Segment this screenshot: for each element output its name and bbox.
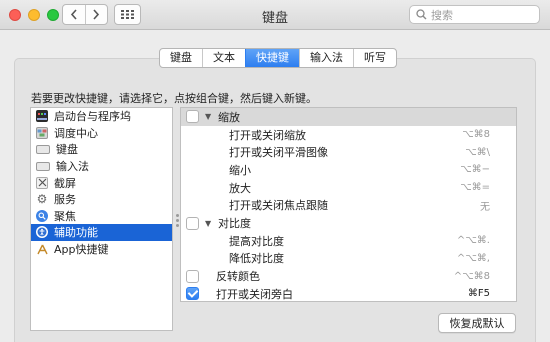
shortcut-row[interactable]: 放大 ⌥⌘= bbox=[181, 179, 516, 197]
checkbox-checked[interactable] bbox=[186, 287, 199, 301]
shortcut-label: 打开或关闭平滑图像 bbox=[229, 146, 328, 160]
shortcut-row[interactable]: 打开或关闭平滑图像 ⌥⌘\ bbox=[181, 143, 516, 161]
screenshot-icon bbox=[36, 176, 48, 189]
shortcut-row[interactable]: 打开或关闭旁白 ⌘F5 bbox=[181, 285, 516, 303]
category-label: 截屏 bbox=[54, 176, 76, 190]
checkbox[interactable] bbox=[186, 110, 199, 124]
search-icon bbox=[416, 9, 427, 20]
restore-defaults-button[interactable]: 恢复成默认 bbox=[438, 313, 516, 333]
checkbox[interactable] bbox=[186, 216, 199, 230]
tab-keyboard[interactable]: 键盘 bbox=[160, 49, 202, 67]
shortcut-label: 反转颜色 bbox=[216, 270, 260, 284]
category-item-launchpad-dock[interactable]: 启动台与程序坞 bbox=[31, 108, 172, 125]
shortcut-label: 缩放 bbox=[218, 110, 240, 124]
title-bar: 键盘 搜索 bbox=[0, 0, 550, 30]
shortcut-label: 降低对比度 bbox=[229, 252, 284, 266]
shortcut-keys[interactable]: ^⌥⌘8 bbox=[454, 271, 490, 282]
category-item-spotlight[interactable]: 聚焦 bbox=[31, 208, 172, 225]
shortcut-row[interactable]: 缩小 ⌥⌘− bbox=[181, 161, 516, 179]
gear-icon: ⚙ bbox=[36, 192, 48, 207]
category-label: 聚焦 bbox=[54, 209, 76, 223]
category-item-keyboard[interactable]: 键盘 bbox=[31, 141, 172, 158]
category-item-accessibility[interactable]: 辅助功能 bbox=[31, 224, 172, 241]
shortcut-group-zoom[interactable]: ▼ 缩放 bbox=[181, 108, 516, 126]
category-item-screenshots[interactable]: 截屏 bbox=[31, 174, 172, 191]
instruction-text: 若要更改快捷键，请选择它，点按组合键，然后键入新键。 bbox=[31, 92, 317, 105]
shortcut-keys[interactable]: 无 bbox=[480, 198, 490, 213]
tab-text[interactable]: 文本 bbox=[202, 49, 245, 67]
category-label: 启动台与程序坞 bbox=[54, 110, 131, 124]
shortcut-group-contrast[interactable]: ▼ 对比度 bbox=[181, 214, 516, 232]
shortcut-row[interactable]: 降低对比度 ^⌥⌘, bbox=[181, 250, 516, 268]
category-label: 辅助功能 bbox=[54, 226, 98, 240]
tab-input-sources[interactable]: 输入法 bbox=[299, 49, 353, 67]
search-field[interactable]: 搜索 bbox=[409, 5, 540, 24]
tab-dictation[interactable]: 听写 bbox=[353, 49, 396, 67]
shortcut-keys[interactable]: ^⌥⌘. bbox=[457, 235, 490, 246]
category-label: 调度中心 bbox=[54, 126, 98, 140]
category-item-input-sources[interactable]: 输入法 bbox=[31, 158, 172, 175]
category-label: 输入法 bbox=[56, 160, 89, 174]
category-item-mission-control[interactable]: 调度中心 bbox=[31, 125, 172, 142]
shortcut-label: 对比度 bbox=[218, 217, 251, 231]
category-label: App快捷键 bbox=[54, 243, 109, 257]
shortcut-label: 放大 bbox=[229, 181, 251, 195]
shortcut-keys[interactable]: ^⌥⌘, bbox=[457, 253, 490, 264]
input-method-icon bbox=[36, 161, 50, 171]
category-label: 键盘 bbox=[56, 143, 78, 157]
search-placeholder: 搜索 bbox=[431, 8, 453, 22]
launchpad-dock-icon bbox=[36, 110, 48, 123]
shortcut-keys[interactable]: ⌥⌘8 bbox=[462, 129, 490, 140]
accessibility-icon bbox=[36, 226, 48, 239]
shortcut-row[interactable]: 打开或关闭焦点跟随 无 bbox=[181, 197, 516, 215]
category-label: 服务 bbox=[54, 193, 76, 207]
shortcut-label: 缩小 bbox=[229, 163, 251, 177]
shortcut-list[interactable]: ▼ 缩放 打开或关闭缩放 ⌥⌘8 打开或关闭平滑图像 ⌥⌘\ 缩小 ⌥⌘− 放大… bbox=[180, 107, 517, 302]
category-list[interactable]: 启动台与程序坞 调度中心 键盘 输入法 截屏 ⚙ 服务 聚焦 辅助功能 App快… bbox=[30, 107, 173, 331]
shortcut-row[interactable]: 打开或关闭缩放 ⌥⌘8 bbox=[181, 126, 516, 144]
app-shortcuts-icon bbox=[36, 243, 48, 255]
tab-bar: 键盘 文本 快捷键 输入法 听写 bbox=[159, 48, 397, 68]
spotlight-icon bbox=[36, 209, 48, 222]
shortcut-label: 打开或关闭旁白 bbox=[216, 287, 293, 301]
shortcut-row[interactable]: 反转颜色 ^⌥⌘8 bbox=[181, 267, 516, 285]
tab-shortcuts[interactable]: 快捷键 bbox=[245, 49, 299, 67]
shortcut-keys[interactable]: ⌥⌘− bbox=[460, 164, 490, 175]
shortcut-label: 打开或关闭缩放 bbox=[229, 128, 306, 142]
shortcut-keys[interactable]: ⌥⌘= bbox=[460, 182, 490, 193]
category-item-app-shortcuts[interactable]: App快捷键 bbox=[31, 241, 172, 258]
category-item-services[interactable]: ⚙ 服务 bbox=[31, 191, 172, 208]
shortcut-keys[interactable]: ⌥⌘\ bbox=[465, 147, 490, 158]
checkbox[interactable] bbox=[186, 269, 199, 283]
shortcut-label: 提高对比度 bbox=[229, 234, 284, 248]
shortcut-row[interactable]: 提高对比度 ^⌥⌘. bbox=[181, 232, 516, 250]
disclosure-triangle-icon[interactable]: ▼ bbox=[205, 219, 211, 228]
disclosure-triangle-icon[interactable]: ▼ bbox=[205, 112, 211, 121]
keyboard-icon bbox=[36, 144, 50, 154]
shortcut-label: 打开或关闭焦点跟随 bbox=[229, 199, 328, 213]
shortcut-keys[interactable]: ⌘F5 bbox=[468, 288, 490, 299]
mission-control-icon bbox=[36, 126, 48, 139]
